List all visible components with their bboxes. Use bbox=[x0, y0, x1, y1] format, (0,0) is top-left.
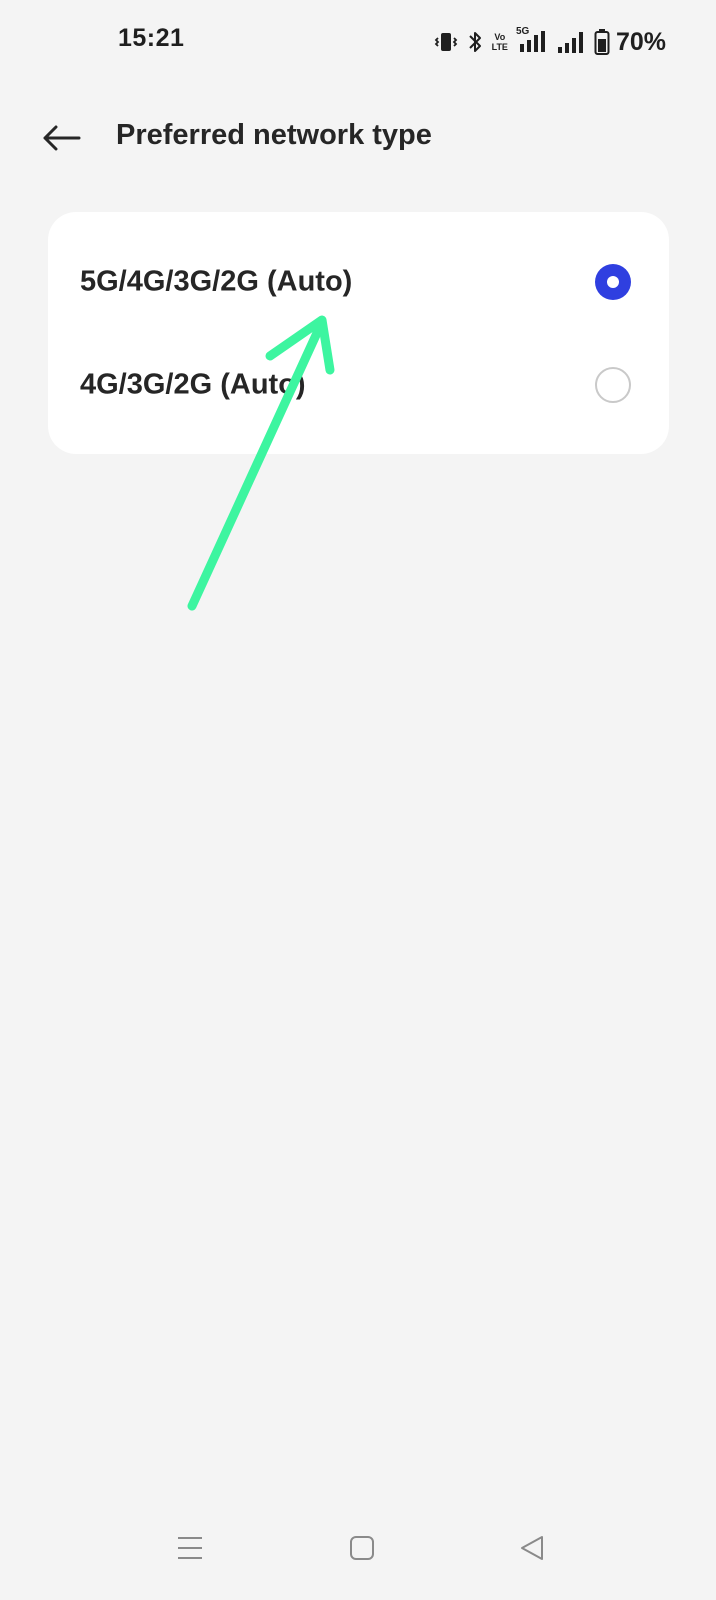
arrow-left-icon bbox=[43, 125, 81, 151]
option-label: 5G/4G/3G/2G (Auto) bbox=[80, 265, 353, 297]
recents-button[interactable] bbox=[160, 1520, 220, 1576]
5g-signal-icon: 5G bbox=[515, 26, 548, 56]
option-label: 4G/3G/2G (Auto) bbox=[80, 368, 306, 400]
battery-icon bbox=[594, 28, 610, 56]
header: Preferred network type bbox=[0, 100, 716, 176]
home-button[interactable] bbox=[332, 1520, 392, 1576]
battery-percent: 70% bbox=[615, 27, 666, 56]
nav-back-button[interactable] bbox=[502, 1520, 562, 1576]
back-button[interactable] bbox=[36, 116, 86, 160]
network-badge: 5G bbox=[515, 26, 530, 37]
menu-icon bbox=[178, 1537, 202, 1559]
option-4g-auto[interactable]: 4G/3G/2G (Auto) bbox=[48, 333, 669, 436]
back-triangle-icon bbox=[521, 1536, 543, 1560]
vibrate-icon bbox=[434, 30, 458, 54]
bluetooth-icon bbox=[466, 29, 484, 55]
radio-button[interactable] bbox=[595, 263, 631, 300]
status-bar: 15:21 Vo LTE 5G 70% bbox=[0, 0, 716, 84]
navigation-bar bbox=[0, 1520, 716, 1600]
volte-top-label: Vo bbox=[494, 32, 506, 42]
volte-icon: Vo LTE bbox=[492, 32, 508, 52]
volte-bottom-label: LTE bbox=[491, 42, 508, 52]
home-icon bbox=[350, 1536, 374, 1560]
status-icons: Vo LTE 5G 70% bbox=[434, 26, 666, 58]
page-title: Preferred network type bbox=[116, 119, 432, 151]
network-type-options: 5G/4G/3G/2G (Auto) 4G/3G/2G (Auto) bbox=[48, 212, 669, 454]
status-time: 15:21 bbox=[118, 24, 185, 52]
radio-button[interactable] bbox=[595, 366, 631, 403]
signal-icon bbox=[556, 29, 586, 55]
option-5g-auto[interactable]: 5G/4G/3G/2G (Auto) bbox=[48, 230, 669, 333]
